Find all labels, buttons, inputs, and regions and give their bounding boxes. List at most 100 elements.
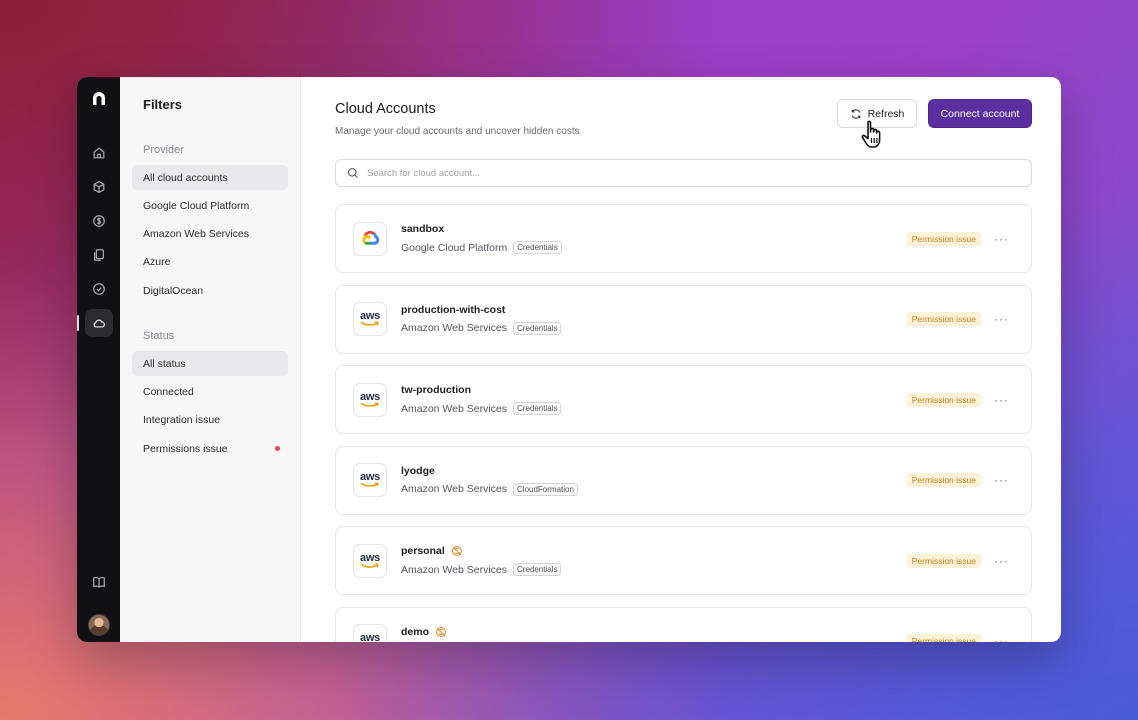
- more-options-icon[interactable]: ···: [994, 473, 1009, 487]
- main-content: Cloud Accounts Manage your cloud account…: [301, 77, 1061, 642]
- status-badge: Permission issue: [906, 231, 981, 246]
- account-card[interactable]: aws tw-production Amazon Web Services Crede…: [335, 365, 1032, 435]
- account-name: lyodge: [401, 465, 578, 477]
- aws-logo-text: aws: [360, 632, 380, 642]
- account-card[interactable]: sandbox Google Cloud Platform Credentials P…: [335, 204, 1032, 273]
- more-options-icon[interactable]: ···: [994, 232, 1009, 246]
- user-avatar[interactable]: [87, 614, 110, 636]
- status-badge: Permission issue: [906, 392, 981, 407]
- account-tag: CloudFormation: [513, 482, 578, 496]
- account-card[interactable]: aws demoAmazon Web ServicesCredentials Per…: [335, 606, 1032, 642]
- account-card[interactable]: aws production-with-cost Amazon Web Servic…: [335, 284, 1032, 354]
- accounts-list: sandbox Google Cloud Platform Credentials P…: [335, 204, 1032, 642]
- provider-logo: aws: [353, 543, 387, 578]
- app-logo-icon[interactable]: [87, 87, 111, 111]
- check-circle-icon[interactable]: [85, 275, 113, 303]
- cloud-icon[interactable]: [77, 309, 113, 337]
- filters-panel: Filters Provider All cloud accounts Goog…: [120, 77, 301, 642]
- dollar-icon[interactable]: [85, 207, 113, 235]
- account-name-text: tw-production: [401, 384, 471, 397]
- account-info: personal Amazon Web Services Credentials: [401, 545, 562, 577]
- account-meta: Amazon Web Services Credentials: [401, 402, 562, 416]
- more-options-icon[interactable]: ···: [994, 554, 1009, 568]
- account-tag: Credentials: [513, 402, 562, 416]
- status-filter-group: Status All status Connected Integration …: [132, 330, 288, 461]
- filter-connected[interactable]: Connected: [132, 379, 288, 404]
- provider-filter-group: Provider All cloud accounts Google Cloud…: [132, 144, 288, 303]
- refresh-label: Refresh: [867, 107, 905, 120]
- account-card[interactable]: aws lyodge Amazon Web Services CloudFormati…: [335, 445, 1032, 515]
- status-badge: Permission issue: [906, 553, 981, 568]
- more-options-icon[interactable]: ···: [994, 393, 1009, 407]
- account-provider: Amazon Web Services: [401, 402, 508, 415]
- more-options-icon[interactable]: ···: [994, 312, 1009, 326]
- account-info: tw-production Amazon Web Services Credenti…: [401, 384, 562, 416]
- sync-disabled-icon: [451, 546, 462, 557]
- account-info: demoAmazon Web ServicesCredentials: [401, 626, 561, 642]
- filter-all-status[interactable]: All status: [132, 351, 288, 377]
- search-icon: [347, 167, 358, 178]
- page-subtitle: Manage your cloud accounts and uncover h…: [335, 126, 580, 137]
- account-name: production-with-cost: [401, 304, 561, 316]
- provider-logo: aws: [353, 463, 387, 498]
- account-name-text: demo: [401, 625, 430, 638]
- status-label: Status: [143, 330, 175, 343]
- provider-logo: [353, 221, 387, 256]
- documents-icon[interactable]: [85, 241, 113, 269]
- app-window: Filters Provider All cloud accounts Goog…: [77, 77, 1061, 642]
- rail-bottom: [85, 568, 113, 636]
- status-badge: Permission issue: [906, 312, 981, 327]
- search-bar[interactable]: [335, 159, 1032, 187]
- status-badge: Permission issue: [906, 634, 981, 642]
- aws-smile-icon: [360, 563, 379, 568]
- aws-smile-icon: [360, 321, 379, 326]
- page-header: Cloud Accounts Manage your cloud account…: [335, 99, 1032, 137]
- search-input[interactable]: [367, 167, 1031, 179]
- hand-cursor-icon: [861, 120, 881, 148]
- provider-label: Provider: [143, 144, 184, 156]
- filter-digitalocean[interactable]: DigitalOcean: [132, 278, 288, 303]
- account-meta: Amazon Web Services CloudFormation: [401, 482, 578, 496]
- aws-smile-icon: [360, 402, 379, 407]
- alert-dot: [275, 446, 280, 452]
- filter-permissions-issue-label: Permissions issue: [143, 442, 228, 455]
- account-name-text: personal: [401, 545, 445, 558]
- book-icon[interactable]: [85, 568, 113, 596]
- filters-title: Filters: [143, 97, 183, 112]
- filter-integration-issue[interactable]: Integration issue: [132, 408, 288, 433]
- sync-disabled-icon: [435, 626, 447, 637]
- filter-google-cloud-platform[interactable]: Google Cloud Platform: [132, 193, 288, 218]
- account-info: production-with-cost Amazon Web Services C…: [401, 304, 562, 335]
- account-name: demo: [401, 626, 561, 638]
- account-provider: Amazon Web Services: [401, 322, 508, 335]
- provider-logo: aws: [353, 302, 387, 337]
- account-name-text: production-with-cost: [401, 303, 506, 316]
- account-meta: Amazon Web Services Credentials: [401, 563, 562, 577]
- account-tag: Credentials: [513, 321, 562, 335]
- account-info: sandbox Google Cloud Platform Credentials: [401, 223, 562, 254]
- account-name: sandbox: [401, 223, 562, 235]
- home-icon[interactable]: [85, 139, 113, 167]
- provider-logo: aws: [353, 624, 387, 642]
- filter-all-cloud-accounts[interactable]: All cloud accounts: [132, 165, 288, 190]
- connect-account-button[interactable]: Connect account: [928, 99, 1032, 128]
- filter-amazon-web-services[interactable]: Amazon Web Services: [132, 222, 288, 247]
- account-tag: Credentials: [513, 563, 562, 577]
- aws-smile-icon: [360, 482, 379, 488]
- refresh-icon: [851, 108, 860, 119]
- more-options-icon[interactable]: ···: [994, 634, 1009, 642]
- account-meta: Amazon Web Services Credentials: [401, 321, 562, 335]
- account-info: lyodge Amazon Web Services CloudFormation: [401, 465, 578, 496]
- account-card[interactable]: aws personal Amazon Web Services Credential…: [335, 526, 1032, 596]
- icon-rail: [77, 77, 120, 642]
- filter-permissions-issue[interactable]: Permissions issue: [132, 436, 288, 461]
- cube-icon[interactable]: [85, 173, 113, 201]
- filter-azure[interactable]: Azure: [132, 250, 288, 275]
- account-provider: Amazon Web Services: [401, 563, 508, 576]
- account-provider: Google Cloud Platform: [401, 241, 508, 254]
- account-tag: Credentials: [513, 241, 562, 254]
- page-title: Cloud Accounts: [335, 101, 436, 117]
- account-meta: Google Cloud Platform Credentials: [401, 241, 562, 254]
- account-name-text: sandbox: [401, 223, 445, 235]
- provider-logo: aws: [353, 382, 387, 417]
